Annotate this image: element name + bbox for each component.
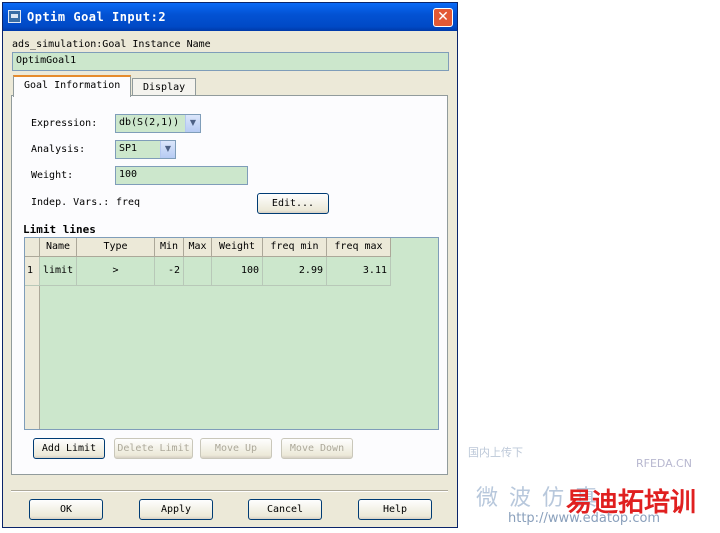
footer-divider (11, 490, 448, 492)
weight-label: Weight: (31, 170, 74, 181)
chevron-down-icon: ▼ (185, 115, 200, 132)
expression-label: Expression: (31, 118, 98, 129)
expression-select[interactable]: db(S(2,1)) ▼ (115, 114, 201, 133)
column-header-min[interactable]: Min (155, 238, 184, 257)
cell-weight[interactable]: 100 (212, 257, 263, 286)
indep-vars-value: freq (116, 197, 141, 208)
apply-button[interactable]: Apply (139, 499, 213, 520)
column-header-freq-max[interactable]: freq max (327, 238, 391, 257)
indep-vars-label: Indep. Vars.: (31, 197, 110, 208)
cell-min[interactable]: -2 (155, 257, 184, 286)
analysis-label: Analysis: (31, 144, 86, 155)
limit-lines-title: Limit lines (23, 223, 96, 236)
instance-name-label: ads_simulation:Goal Instance Name (12, 39, 211, 50)
column-header-freq-min[interactable]: freq min (263, 238, 327, 257)
dialog-window: Optim Goal Input:2 ✕ ads_simulation:Goal… (2, 2, 458, 528)
instance-name-field[interactable]: OptimGoal1 (12, 52, 449, 71)
analysis-select[interactable]: SP1 ▼ (115, 140, 176, 159)
column-header-name[interactable]: Name (40, 238, 77, 257)
cell-max[interactable] (184, 257, 212, 286)
tab-goal-information[interactable]: Goal Information (13, 75, 132, 97)
column-header-type[interactable]: Type (77, 238, 155, 257)
move-down-button[interactable]: Move Down (281, 438, 353, 459)
column-header-weight[interactable]: Weight (212, 238, 263, 257)
cell-name[interactable]: limit (40, 257, 77, 286)
column-header-max[interactable]: Max (184, 238, 212, 257)
help-button[interactable]: Help (358, 499, 432, 520)
limit-lines-table[interactable]: Name Type Min Max Weight freq min freq m… (24, 237, 439, 430)
watermark-brand-en: RFEDA.CN (636, 457, 692, 470)
cell-type[interactable]: > (77, 257, 155, 286)
watermark-url: http://www.edatop.com (508, 511, 661, 526)
edit-button[interactable]: Edit... (257, 193, 329, 214)
cell-freq-min[interactable]: 2.99 (263, 257, 327, 286)
delete-limit-button[interactable]: Delete Limit (114, 438, 193, 459)
cell-freq-max[interactable]: 3.11 (327, 257, 391, 286)
row-index[interactable]: 1 (25, 257, 40, 286)
window-title: Optim Goal Input:2 (27, 10, 167, 24)
weight-field[interactable]: 100 (115, 166, 248, 185)
move-up-button[interactable]: Move Up (200, 438, 272, 459)
watermark-text-top: 国内上传下 (468, 446, 523, 459)
app-icon (8, 10, 21, 23)
close-button[interactable]: ✕ (433, 8, 453, 27)
title-bar[interactable]: Optim Goal Input:2 ✕ (3, 3, 457, 31)
table-corner-header (25, 238, 40, 257)
add-limit-button[interactable]: Add Limit (33, 438, 105, 459)
close-icon: ✕ (437, 9, 449, 25)
expression-value: db(S(2,1)) (119, 117, 180, 128)
cancel-button[interactable]: Cancel (248, 499, 322, 520)
chevron-down-icon: ▼ (160, 141, 175, 158)
ok-button[interactable]: OK (29, 499, 103, 520)
analysis-value: SP1 (119, 143, 138, 154)
